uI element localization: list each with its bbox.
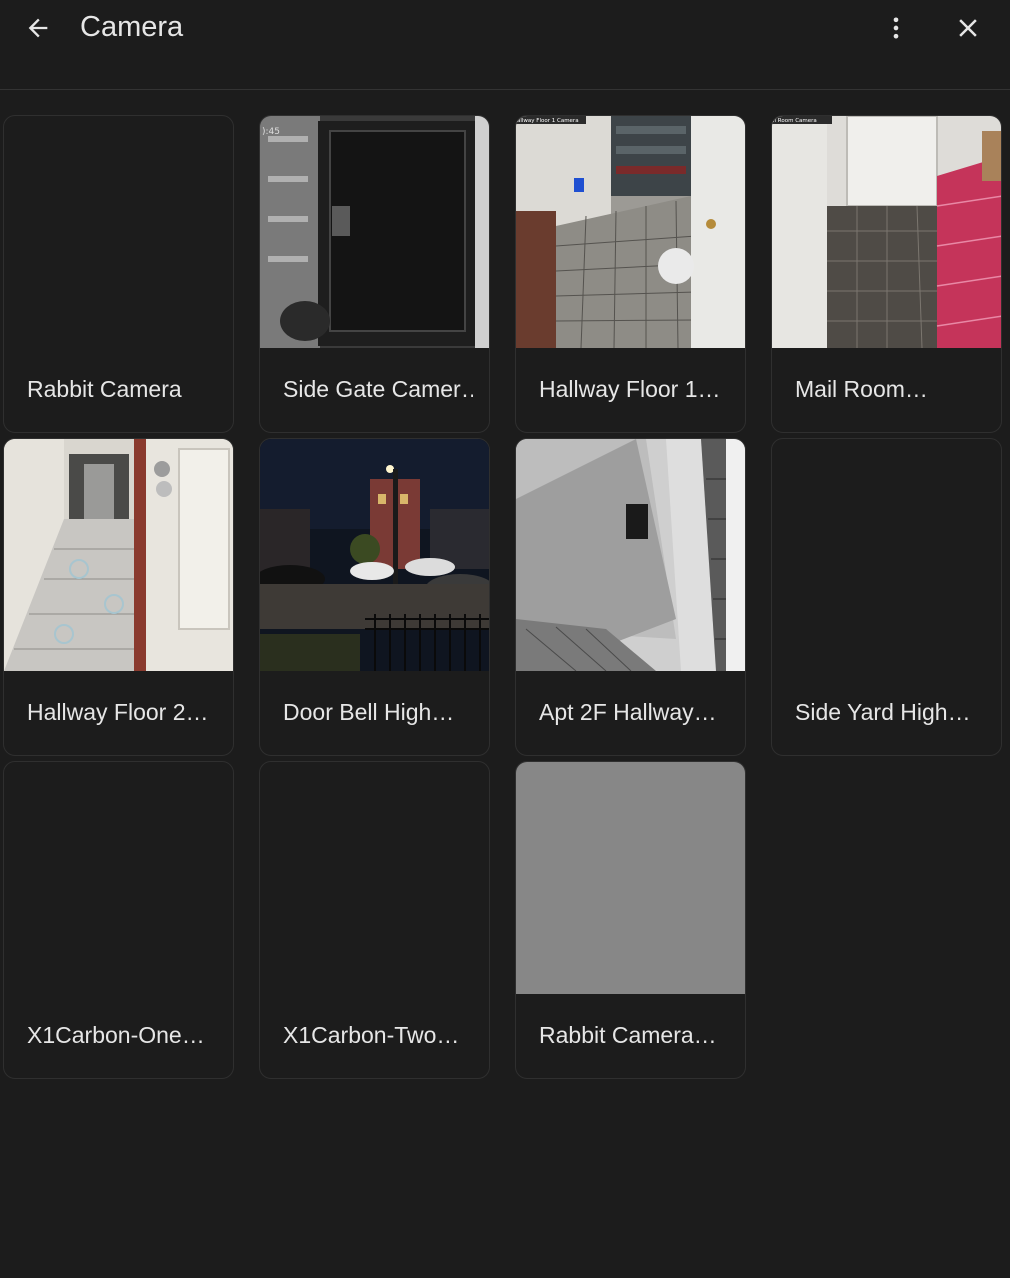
- thumbnail-camera-overlay: allway Floor 1 Camera: [517, 118, 579, 124]
- page-title: Camera: [80, 11, 184, 43]
- camera-card-hallway-floor-1[interactable]: allway Floor 1 Camera Hallway Floor 1…: [515, 115, 746, 433]
- camera-label: Apt 2F Hallway…: [539, 699, 717, 725]
- camera-thumbnail-empty: [4, 116, 233, 348]
- camera-card-x1carbon-one[interactable]: X1Carbon-One…: [3, 761, 234, 1079]
- camera-label: Mail Room…: [795, 376, 928, 402]
- camera-label: Hallway Floor 2…: [27, 699, 209, 725]
- camera-thumbnail-placeholder: [516, 762, 745, 994]
- camera-thumbnail: [516, 439, 745, 671]
- camera-thumbnail: [4, 439, 233, 671]
- close-icon: [953, 13, 983, 48]
- camera-card-apt-2f-hallway[interactable]: Apt 2F Hallway…: [515, 438, 746, 756]
- camera-thumbnail-empty: [772, 439, 1001, 671]
- camera-thumbnail: allway Floor 1 Camera: [516, 116, 745, 348]
- camera-label: X1Carbon-Two…: [283, 1022, 460, 1048]
- camera-thumbnail: ):45: [260, 116, 489, 348]
- camera-label: Rabbit Camera…: [539, 1022, 717, 1048]
- camera-label: Hallway Floor 1…: [539, 376, 721, 402]
- camera-card-rabbit-camera-2[interactable]: Rabbit Camera…: [515, 761, 746, 1079]
- camera-label: Side Yard High…: [795, 699, 971, 725]
- camera-thumbnail-empty: [260, 762, 489, 994]
- camera-label: X1Carbon-One…: [27, 1022, 205, 1048]
- close-button[interactable]: [948, 10, 988, 50]
- camera-thumbnail: il Room Camera: [772, 116, 1001, 348]
- more-vertical-icon: [882, 14, 910, 47]
- camera-card-side-yard-high[interactable]: Side Yard High…: [771, 438, 1002, 756]
- thumbnail-timestamp-overlay: ):45: [262, 127, 280, 137]
- camera-grid: Rabbit Camera ):45 Side Gate Camer… allw…: [3, 115, 1005, 1079]
- camera-card-rabbit-camera[interactable]: Rabbit Camera: [3, 115, 234, 433]
- camera-thumbnail-empty: [4, 762, 233, 994]
- camera-card-hallway-floor-2[interactable]: Hallway Floor 2…: [3, 438, 234, 756]
- camera-card-x1carbon-two[interactable]: X1Carbon-Two…: [259, 761, 490, 1079]
- more-options-button[interactable]: [876, 10, 916, 50]
- camera-card-door-bell-high[interactable]: Door Bell High…: [259, 438, 490, 756]
- back-button[interactable]: [18, 10, 58, 50]
- camera-label: Rabbit Camera: [27, 376, 182, 402]
- camera-label: Side Gate Camer…: [283, 376, 473, 402]
- camera-thumbnail: [260, 439, 489, 671]
- camera-card-mail-room[interactable]: il Room Camera Mail Room…: [771, 115, 1002, 433]
- camera-card-side-gate[interactable]: ):45 Side Gate Camer…: [259, 115, 490, 433]
- thumbnail-camera-overlay: il Room Camera: [773, 118, 817, 124]
- arrow-left-icon: [24, 14, 52, 47]
- app-header: Camera: [0, 0, 1010, 90]
- camera-label: Door Bell High…: [283, 699, 455, 725]
